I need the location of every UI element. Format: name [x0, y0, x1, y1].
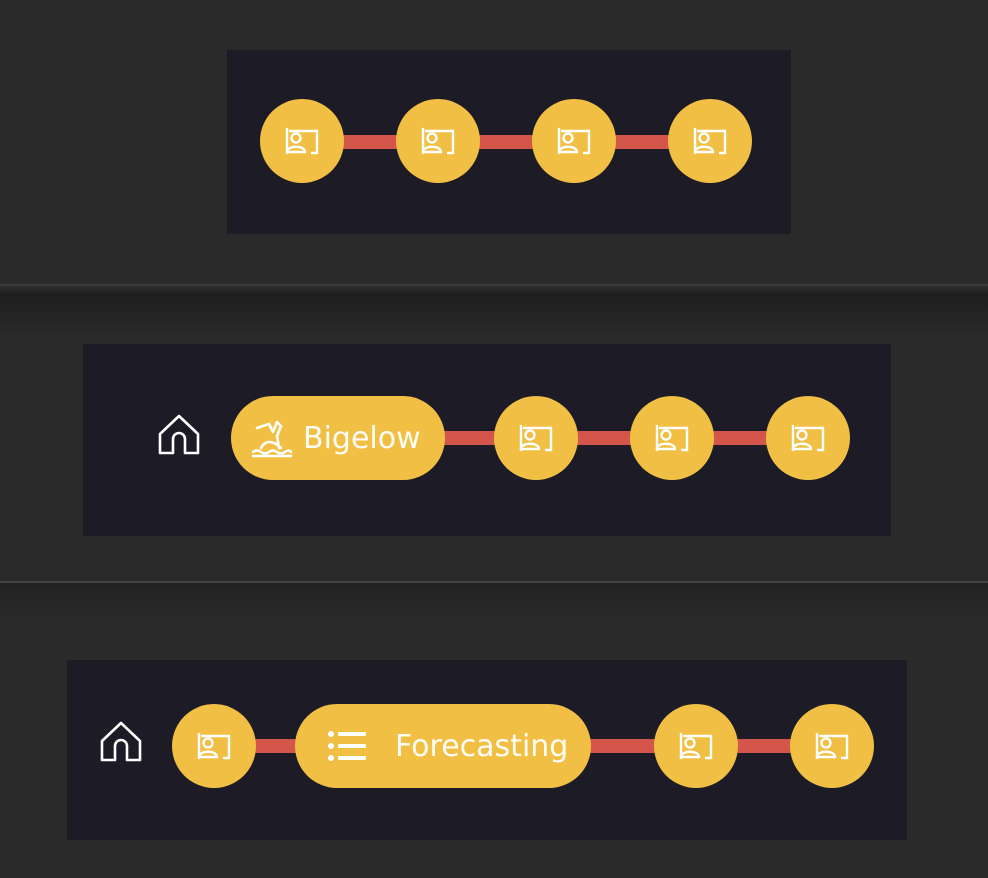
breadcrumb-active-label: Bigelow [303, 420, 421, 456]
portrait-icon [285, 127, 319, 155]
breadcrumb-active-item[interactable]: Bigelow [231, 396, 445, 480]
portrait-icon [519, 424, 553, 452]
breadcrumb-node-3[interactable] [532, 99, 616, 183]
portrait-icon [679, 732, 713, 760]
portrait-icon [693, 127, 727, 155]
connector-line [433, 431, 803, 445]
section-breadcrumb-1 [0, 0, 988, 284]
portrait-icon [557, 127, 591, 155]
home-icon [158, 414, 200, 455]
whale-tail-icon [251, 420, 293, 458]
home-button[interactable] [156, 411, 202, 457]
breadcrumb-node-3[interactable] [630, 396, 714, 480]
home-button[interactable] [98, 718, 144, 764]
home-icon [100, 721, 142, 762]
breadcrumb-active-label: Forecasting [395, 728, 569, 764]
breadcrumb-node-1[interactable] [172, 704, 256, 788]
connector-line [297, 135, 717, 149]
breadcrumb-node-2[interactable] [494, 396, 578, 480]
section-breadcrumb-3: Forecasting [0, 583, 988, 878]
portrait-icon [791, 424, 825, 452]
portrait-icon [655, 424, 689, 452]
breadcrumb-node-3[interactable] [654, 704, 738, 788]
breadcrumb-2: Bigelow [83, 344, 891, 536]
breadcrumb-active-item[interactable]: Forecasting [295, 704, 591, 788]
breadcrumb-node-4[interactable] [790, 704, 874, 788]
breadcrumb-node-4[interactable] [668, 99, 752, 183]
breadcrumb-node-1[interactable] [260, 99, 344, 183]
portrait-icon [197, 732, 231, 760]
breadcrumb-3: Forecasting [67, 660, 907, 840]
portrait-icon [815, 732, 849, 760]
list-icon [328, 731, 366, 761]
section-divider [0, 284, 988, 296]
breadcrumb-node-2[interactable] [396, 99, 480, 183]
section-breadcrumb-2: Bigelow [0, 296, 988, 581]
portrait-icon [421, 127, 455, 155]
breadcrumb-node-4[interactable] [766, 396, 850, 480]
breadcrumb-1 [227, 50, 791, 234]
